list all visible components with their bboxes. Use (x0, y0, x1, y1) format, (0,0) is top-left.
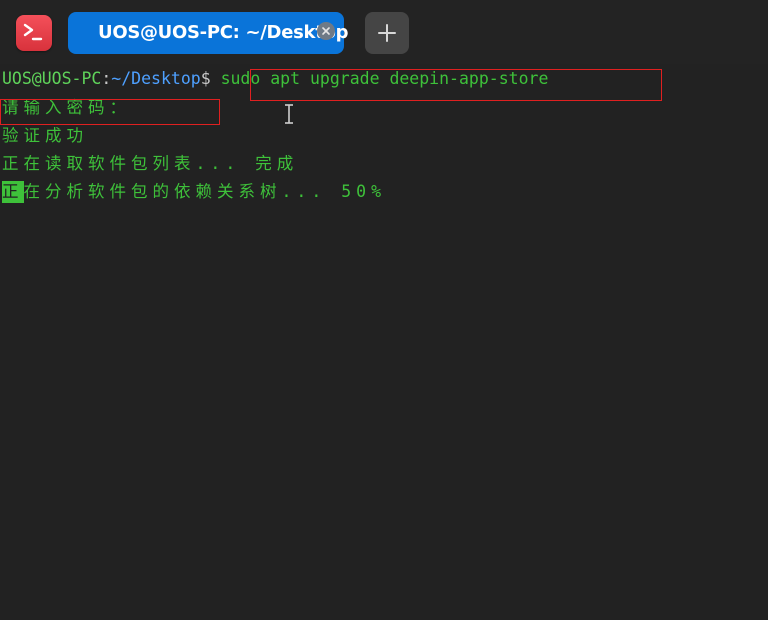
analyzing-deps-text: 在分析软件包的依赖关系树... 50% (23, 182, 387, 201)
terminal-output[interactable]: UOS@UOS-PC:~/Desktop$ sudo apt upgrade d… (0, 64, 768, 620)
prompt-dollar: $ (200, 69, 211, 88)
tab-bar: UOS@UOS-PC: ~/Desktop (0, 0, 768, 64)
password-highlight-box (0, 99, 220, 125)
tab-desktop[interactable]: UOS@UOS-PC: ~/Desktop (68, 12, 348, 54)
prompt-user: UOS@UOS-PC (2, 69, 102, 88)
plus-icon (378, 24, 396, 42)
text-cursor-icon (285, 104, 293, 124)
terminal-icon[interactable] (16, 15, 52, 51)
command-highlight-box (250, 69, 662, 101)
tab-title: UOS@UOS-PC: ~/Desktop (98, 22, 349, 43)
analyzing-deps-line: 正在分析软件包的依赖关系树... 50% (2, 181, 386, 203)
close-icon[interactable] (317, 22, 335, 40)
terminal-window: UOS@UOS-PC: ~/Desktop UOS@UOS-PC:~/Deskt… (0, 0, 768, 620)
prompt-path: ~/Desktop (111, 69, 201, 88)
prompt-separator: : (101, 69, 112, 88)
reading-packages-line: 正在读取软件包列表... 完成 (2, 154, 299, 173)
terminal-cursor: 正 (2, 181, 24, 203)
auth-success-line: 验证成功 (2, 126, 88, 145)
add-tab-button[interactable] (365, 12, 409, 54)
